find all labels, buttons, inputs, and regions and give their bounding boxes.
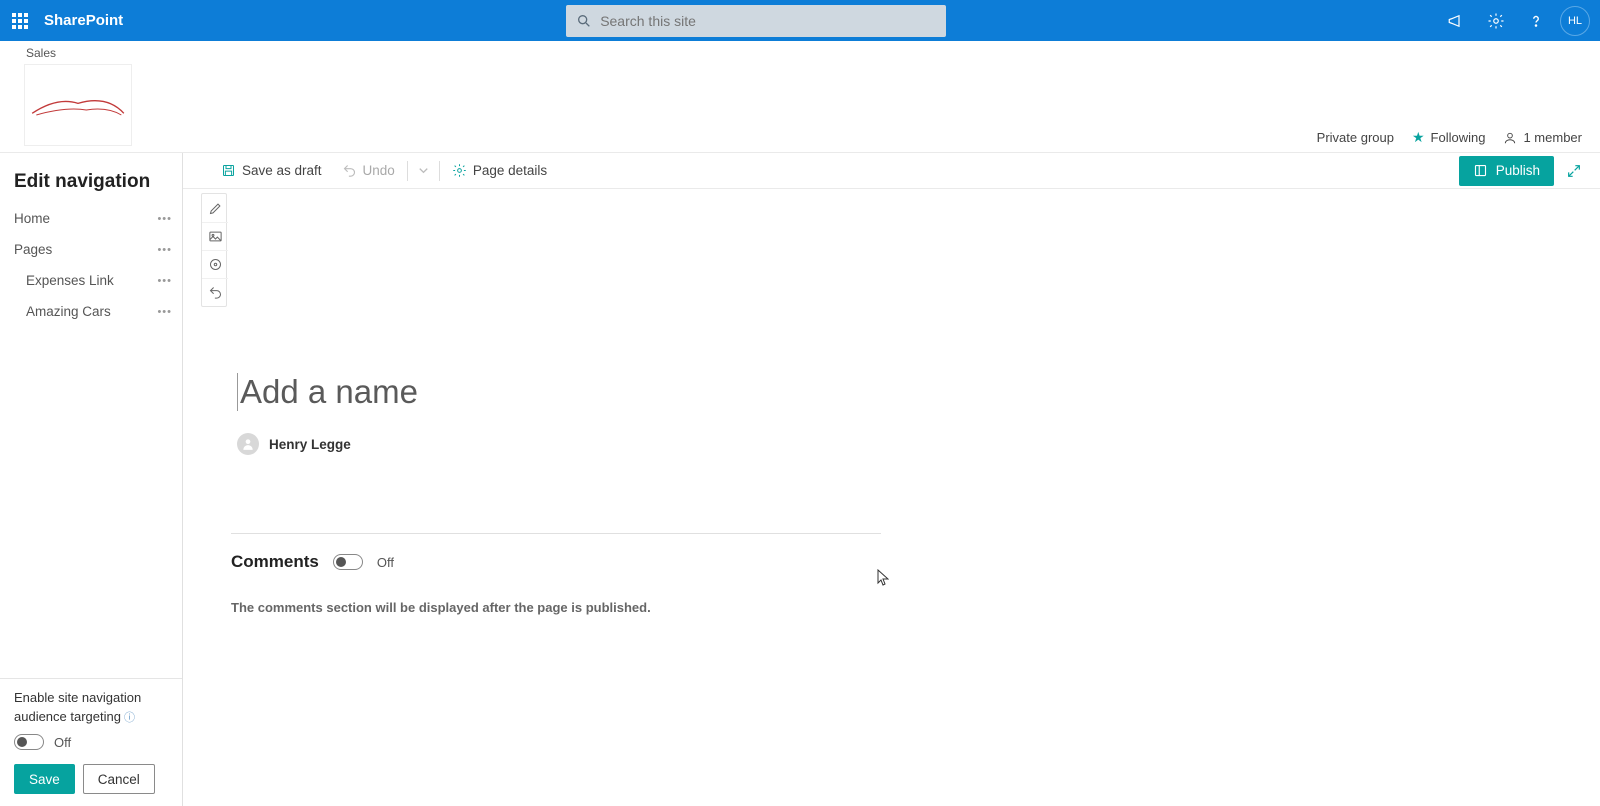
search-icon bbox=[576, 13, 592, 29]
group-privacy: Private group bbox=[1317, 130, 1394, 145]
comments-toggle[interactable] bbox=[333, 554, 363, 570]
cursor-icon bbox=[877, 569, 889, 587]
undo-icon bbox=[342, 163, 357, 178]
info-icon[interactable]: ⓘ bbox=[124, 712, 135, 724]
search-box[interactable] bbox=[566, 5, 946, 37]
suite-header: SharePoint HL bbox=[0, 0, 1600, 41]
star-icon: ★ bbox=[1412, 129, 1425, 146]
following-button[interactable]: ★ Following bbox=[1412, 129, 1485, 146]
person-icon bbox=[1503, 131, 1517, 145]
nav-item-pages[interactable]: Pages ••• bbox=[0, 234, 182, 265]
more-icon[interactable]: ••• bbox=[157, 213, 172, 225]
site-header: Sales Private group ★ Following 1 member bbox=[0, 41, 1600, 153]
members-button[interactable]: 1 member bbox=[1503, 130, 1582, 145]
comments-note: The comments section will be displayed a… bbox=[231, 600, 857, 615]
publish-icon bbox=[1473, 163, 1488, 178]
page-title-input[interactable]: Add a name bbox=[237, 373, 857, 411]
author-avatar bbox=[237, 433, 259, 455]
more-icon[interactable]: ••• bbox=[157, 306, 172, 318]
image-icon[interactable] bbox=[202, 222, 228, 250]
undo-button[interactable]: Undo bbox=[332, 153, 405, 189]
expand-editor-icon[interactable] bbox=[1564, 161, 1584, 181]
reset-icon[interactable] bbox=[202, 278, 228, 306]
following-label: Following bbox=[1431, 130, 1486, 145]
cancel-button[interactable]: Cancel bbox=[83, 764, 155, 794]
app-launcher-icon[interactable] bbox=[0, 0, 40, 41]
settings-gear-icon[interactable] bbox=[1476, 0, 1516, 41]
edit-title-icon[interactable] bbox=[202, 194, 228, 222]
help-icon[interactable] bbox=[1516, 0, 1556, 41]
member-count: 1 member bbox=[1523, 130, 1582, 145]
nav-item-expenses-link[interactable]: Expenses Link ••• bbox=[0, 265, 182, 296]
save-as-draft-button[interactable]: Save as draft bbox=[211, 153, 332, 189]
nav-item-amazing-cars[interactable]: Amazing Cars ••• bbox=[0, 296, 182, 327]
nav-item-label: Amazing Cars bbox=[26, 304, 111, 319]
site-name[interactable]: Sales bbox=[26, 46, 56, 60]
section-divider bbox=[231, 533, 881, 534]
more-icon[interactable]: ••• bbox=[157, 275, 172, 287]
publish-button[interactable]: Publish bbox=[1459, 156, 1554, 186]
comments-toggle-state: Off bbox=[377, 555, 394, 570]
edit-navigation-sidebar: Edit navigation Home ••• Pages ••• Expen… bbox=[0, 153, 183, 806]
page-editor: Save as draft Undo Page details Publish bbox=[183, 153, 1600, 806]
search-input[interactable] bbox=[592, 13, 936, 29]
save-icon bbox=[221, 163, 236, 178]
site-logo[interactable] bbox=[24, 64, 132, 146]
undo-menu[interactable] bbox=[410, 153, 437, 189]
audience-targeting-label: Enable site navigation audience targetin… bbox=[14, 689, 168, 726]
divider bbox=[407, 161, 408, 181]
nav-item-label: Pages bbox=[14, 242, 52, 257]
nav-item-home[interactable]: Home ••• bbox=[0, 203, 182, 234]
page-details-button[interactable]: Page details bbox=[442, 153, 557, 189]
user-avatar[interactable]: HL bbox=[1560, 6, 1590, 36]
save-button[interactable]: Save bbox=[14, 764, 75, 794]
megaphone-icon[interactable] bbox=[1436, 0, 1476, 41]
focal-point-icon[interactable] bbox=[202, 250, 228, 278]
chevron-down-icon bbox=[416, 163, 431, 178]
app-name: SharePoint bbox=[40, 12, 123, 29]
nav-item-label: Home bbox=[14, 211, 50, 226]
author-name[interactable]: Henry Legge bbox=[269, 437, 351, 452]
audience-targeting-toggle[interactable] bbox=[14, 734, 44, 750]
sidebar-title: Edit navigation bbox=[0, 153, 182, 203]
gear-icon bbox=[452, 163, 467, 178]
nav-item-label: Expenses Link bbox=[26, 273, 114, 288]
divider bbox=[439, 161, 440, 181]
more-icon[interactable]: ••• bbox=[157, 244, 172, 256]
audience-targeting-state: Off bbox=[54, 735, 71, 750]
comments-heading: Comments bbox=[231, 552, 319, 572]
command-bar: Save as draft Undo Page details Publish bbox=[183, 153, 1600, 189]
title-area-toolbar bbox=[201, 193, 227, 307]
